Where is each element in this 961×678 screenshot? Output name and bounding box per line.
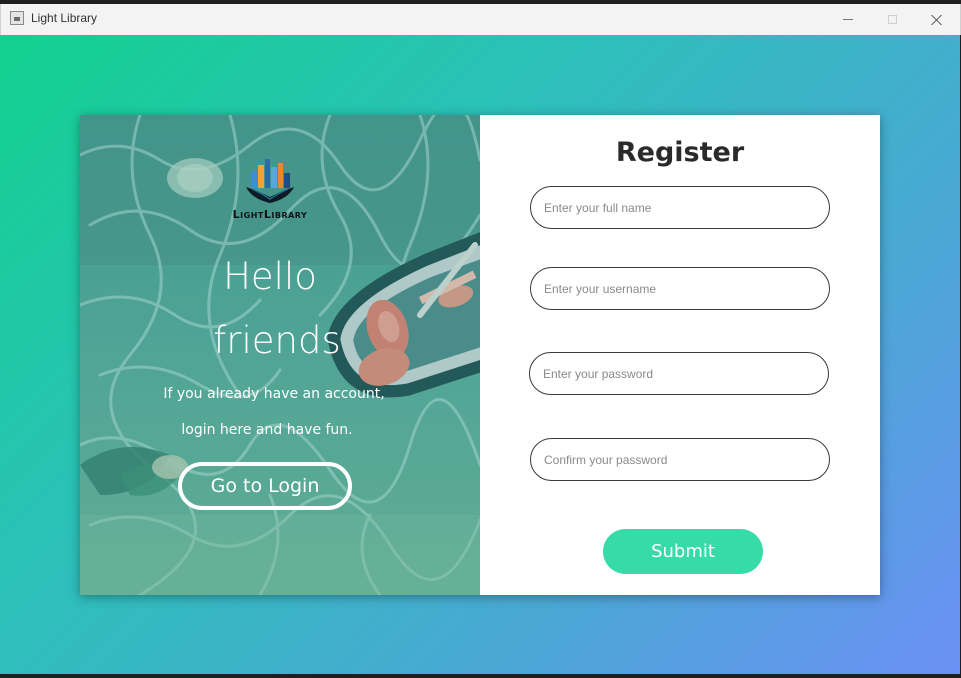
confirm-password-field[interactable] <box>530 438 830 481</box>
register-card: LightLibrary Hello friends If you alread… <box>80 115 880 595</box>
hello-heading: Hello <box>223 255 317 298</box>
login-hint-line1: If you already have an account, <box>163 386 385 402</box>
window-title: Light Library <box>31 11 98 25</box>
go-to-login-button[interactable]: Go to Login <box>178 462 352 510</box>
app-content: LightLibrary Hello friends If you alread… <box>0 35 960 674</box>
close-button[interactable] <box>914 4 960 35</box>
logo-text: LightLibrary <box>232 208 308 221</box>
full-name-field[interactable] <box>530 186 830 229</box>
app-icon <box>10 11 24 25</box>
minimize-icon <box>843 19 853 20</box>
maximize-button[interactable] <box>869 4 915 35</box>
app-window: Light Library LightLibrary Hello friends… <box>0 0 961 678</box>
submit-button[interactable]: Submit <box>603 529 763 574</box>
light-library-logo: LightLibrary <box>222 155 318 225</box>
username-field[interactable] <box>530 267 830 310</box>
login-hint-line2: login here and have fun. <box>181 422 353 438</box>
title-bar[interactable]: Light Library <box>0 4 961 35</box>
register-form: Register Submit <box>480 115 880 595</box>
library-logo-icon <box>246 159 294 203</box>
register-title: Register <box>615 137 745 168</box>
friends-heading: friends <box>213 319 341 362</box>
maximize-icon <box>887 15 897 24</box>
close-icon <box>931 14 943 26</box>
password-field[interactable] <box>529 352 829 395</box>
minimize-button[interactable] <box>825 4 871 35</box>
welcome-panel: LightLibrary Hello friends If you alread… <box>80 115 480 595</box>
